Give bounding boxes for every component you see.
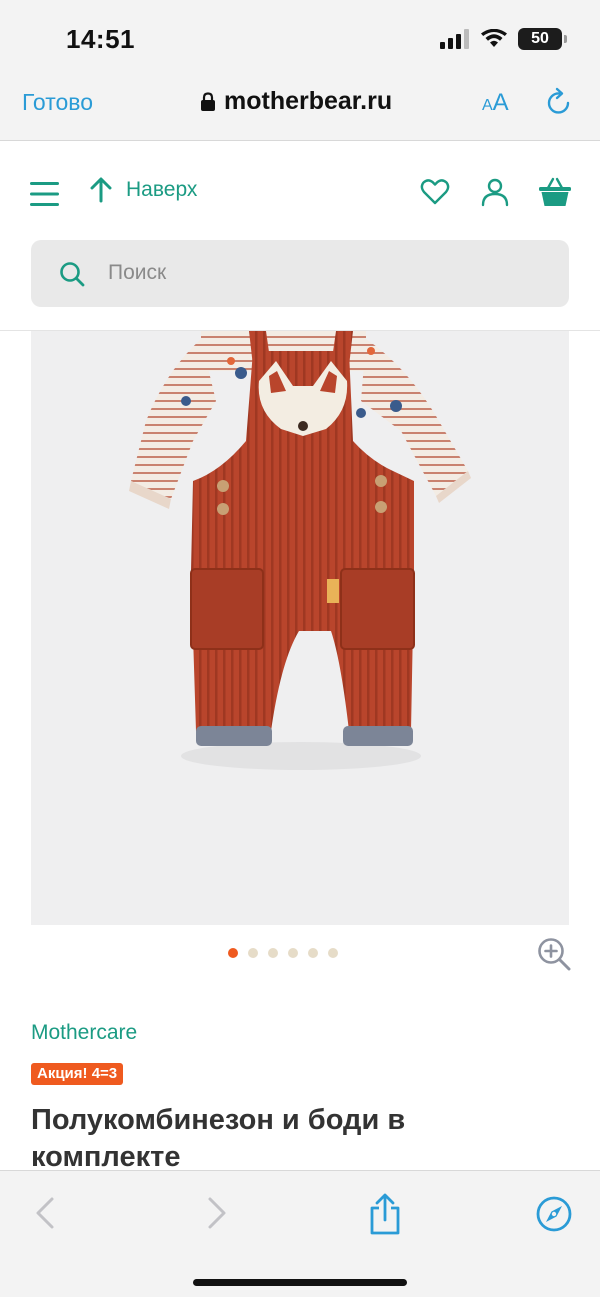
gallery-dot-1[interactable] <box>228 948 238 958</box>
aa-large-letter: A <box>492 89 509 116</box>
battery-level: 50 <box>531 30 549 47</box>
home-indicator <box>193 1279 407 1286</box>
gallery-dot-2[interactable] <box>248 948 258 958</box>
text-size-button[interactable]: AA <box>482 89 509 117</box>
gallery-dot-4[interactable] <box>288 948 298 958</box>
brand-link[interactable]: Mothercare <box>31 1021 137 1045</box>
share-icon[interactable] <box>366 1193 404 1235</box>
gallery-dot-3[interactable] <box>268 948 278 958</box>
browser-address-bar: Готово motherbear.ru AA <box>0 75 600 141</box>
aa-small-letter: A <box>482 97 493 114</box>
user-icon[interactable] <box>480 177 510 207</box>
back-chevron-icon[interactable] <box>28 1193 64 1233</box>
gallery-dot-5[interactable] <box>308 948 318 958</box>
product-title: Полукомбинезон и боди в комплекте <box>31 1104 406 1173</box>
hamburger-menu-icon[interactable] <box>30 181 60 207</box>
product-image[interactable] <box>31 331 569 925</box>
heart-icon[interactable] <box>420 177 450 207</box>
basket-icon[interactable] <box>539 177 571 207</box>
gallery-dot-6[interactable] <box>328 948 338 958</box>
search-input[interactable]: Поиск <box>31 240 569 307</box>
done-button[interactable]: Готово <box>22 89 93 116</box>
scroll-to-top-label: Наверх <box>126 178 198 201</box>
site-header: Наверх Поиск <box>0 141 600 331</box>
url-text: motherbear.ru <box>224 87 393 115</box>
arrow-up-icon <box>90 177 112 203</box>
lock-icon <box>201 91 215 111</box>
zoom-in-icon[interactable] <box>537 937 571 971</box>
signal-icon <box>440 29 469 49</box>
battery-indicator: 50 <box>518 28 567 50</box>
forward-chevron-icon[interactable] <box>198 1193 234 1233</box>
promo-badge: Акция! 4=3 <box>31 1063 124 1085</box>
search-placeholder: Поиск <box>108 261 167 284</box>
wifi-icon <box>481 29 507 47</box>
scroll-to-top-link[interactable]: Наверх <box>90 177 197 203</box>
search-icon <box>60 262 85 287</box>
browser-toolbar <box>0 1170 600 1297</box>
status-time: 14:51 <box>66 24 135 54</box>
reload-icon[interactable] <box>544 87 574 117</box>
product-photo <box>129 331 471 770</box>
status-bar: 14:51 50 <box>0 0 600 75</box>
gallery-pagination <box>228 948 338 958</box>
compass-icon[interactable] <box>535 1195 573 1233</box>
status-icons: 50 <box>440 28 567 50</box>
url-field[interactable]: motherbear.ru <box>200 87 392 116</box>
